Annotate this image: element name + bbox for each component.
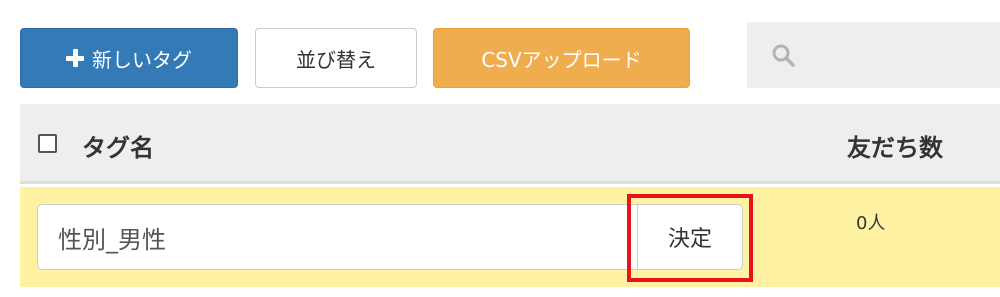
decide-button[interactable]: 決定	[637, 204, 743, 270]
csv-upload-label: CSVアップロード	[481, 47, 642, 72]
sort-label: 並び替え	[296, 47, 376, 72]
column-header-friend-count: 友だち数	[847, 134, 943, 162]
search-icon	[772, 44, 795, 67]
sort-button[interactable]: 並び替え	[255, 28, 417, 88]
new-tag-button[interactable]: 新しいタグ	[20, 28, 238, 88]
select-all-checkbox[interactable]	[38, 134, 57, 153]
plus-icon	[66, 49, 84, 67]
column-header-tag-name: タグ名	[82, 134, 154, 162]
decide-label: 決定	[667, 227, 712, 252]
table-header: タグ名 友だち数	[20, 104, 1000, 184]
search-box	[747, 22, 1000, 90]
friend-count-value: 0人	[856, 213, 886, 234]
new-tag-label: 新しいタグ	[92, 47, 192, 72]
table-row: 決定 0人	[20, 187, 1000, 287]
csv-upload-button[interactable]: CSVアップロード	[433, 28, 690, 88]
search-input[interactable]	[807, 22, 1000, 90]
tag-name-input[interactable]	[37, 204, 643, 270]
